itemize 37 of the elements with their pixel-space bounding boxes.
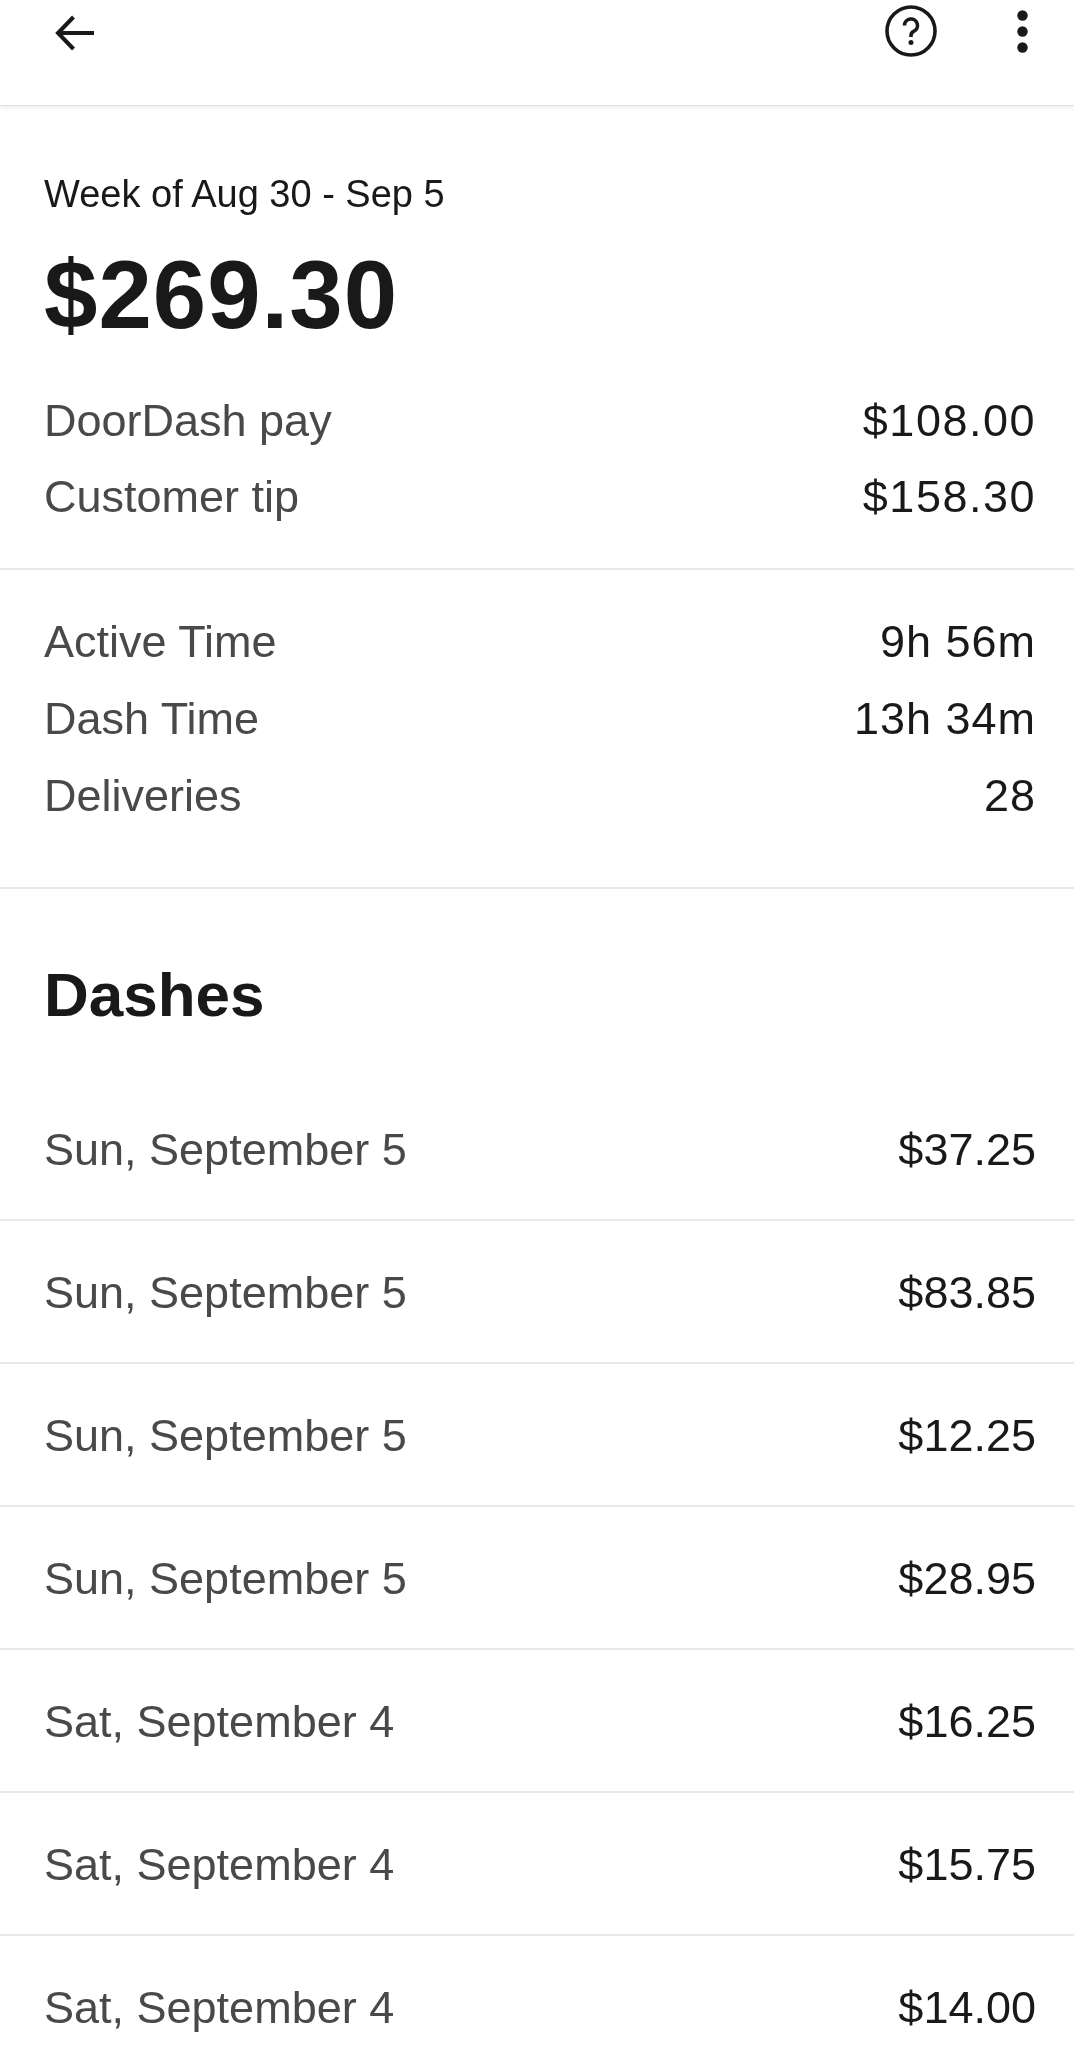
dash-date: Sun, September 5 [44,1124,407,1176]
stat-label: Deliveries [44,769,242,822]
stat-label: Active Time [44,615,277,668]
section-heading: Dashes [43,959,266,1031]
pay-label: Customer tip [44,471,300,523]
stat-label: Dash Time [44,692,260,745]
stat-value: 9h 56m [879,615,1036,668]
week-period-text: Week of Aug 30 - Sep 5 [44,172,446,217]
dash-date: Sun, September 5 [44,1410,407,1462]
dash-amount: $83.85 [898,1267,1036,1319]
dash-row[interactable]: Sun, September 5 $12.25 [0,1364,1074,1507]
dash-date: Sat, September 4 [44,1839,395,1891]
dash-row[interactable]: Sun, September 5 $28.95 [0,1507,1074,1650]
dash-date: Sat, September 4 [44,1696,395,1748]
pay-amount: $158.30 [862,471,1036,523]
help-icon[interactable] [885,5,937,57]
pay-label: DoorDash pay [44,395,332,447]
more-icon[interactable] [1014,10,1031,53]
dash-row[interactable]: Sun, September 5 $37.25 [0,1078,1074,1221]
dash-date: Sat, September 4 [44,1982,395,2034]
dash-amount: $14.00 [898,1982,1036,2034]
dash-amount: $28.95 [898,1553,1036,1605]
dash-amount: $37.25 [898,1124,1036,1176]
dash-row[interactable]: Sun, September 5 $83.85 [0,1221,1074,1364]
stat-value: 28 [983,769,1036,822]
dash-date: Sun, September 5 [44,1553,407,1605]
weekly-total-amount: $269.30 [44,240,399,350]
dash-amount: $16.25 [898,1696,1036,1748]
dash-date: Sun, September 5 [44,1267,407,1319]
dash-row[interactable]: Sat, September 4 $16.25 [0,1650,1074,1793]
stat-value: 13h 34m [853,692,1036,745]
dash-row[interactable]: Sat, September 4 $14.00 [0,1936,1074,2055]
pay-amount: $108.00 [862,395,1036,447]
dash-amount: $15.75 [898,1839,1036,1891]
dash-amount: $12.25 [898,1410,1036,1462]
dash-row[interactable]: Sat, September 4 $15.75 [0,1793,1074,1936]
back-arrow-icon[interactable] [53,14,95,52]
